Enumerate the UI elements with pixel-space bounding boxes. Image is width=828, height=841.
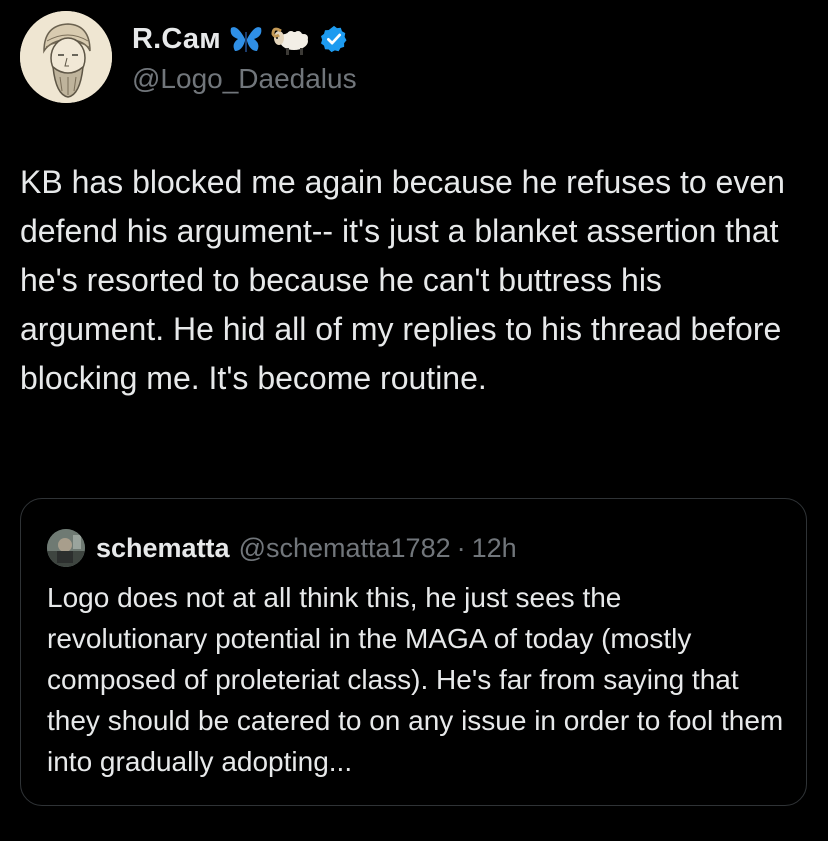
quoted-author-handle[interactable]: @schematta1782 <box>239 533 451 564</box>
meta-separator: · <box>456 532 466 563</box>
author-avatar-image <box>20 11 112 103</box>
name-line: R.Сам <box>132 19 357 59</box>
post: R.Сам @Logo_Daedalus KB has blocked me a… <box>0 0 828 841</box>
author-display-name[interactable]: R.Сам <box>132 23 221 56</box>
author-handle[interactable]: @Logo_Daedalus <box>132 63 357 95</box>
ram-emoji-icon <box>271 22 311 56</box>
butterfly-emoji-icon <box>229 24 263 54</box>
quoted-author-name[interactable]: schematta <box>96 533 230 564</box>
quoted-author-avatar[interactable] <box>47 529 85 567</box>
verified-badge-icon[interactable] <box>319 24 349 54</box>
post-text: KB has blocked me again because he refus… <box>20 164 794 396</box>
author-row: R.Сам @Logo_Daedalus <box>20 11 357 103</box>
quoted-post-card[interactable]: schematta @schematta1782 · 12h Logo does… <box>20 498 807 806</box>
author-avatar[interactable] <box>20 11 112 103</box>
quoted-post-header: schematta @schematta1782 · 12h <box>47 529 517 567</box>
quoted-post-time[interactable]: 12h <box>472 533 517 564</box>
quoted-post-text: Logo does not at all think this, he just… <box>47 582 784 777</box>
author-meta: R.Сам @Logo_Daedalus <box>132 19 357 95</box>
